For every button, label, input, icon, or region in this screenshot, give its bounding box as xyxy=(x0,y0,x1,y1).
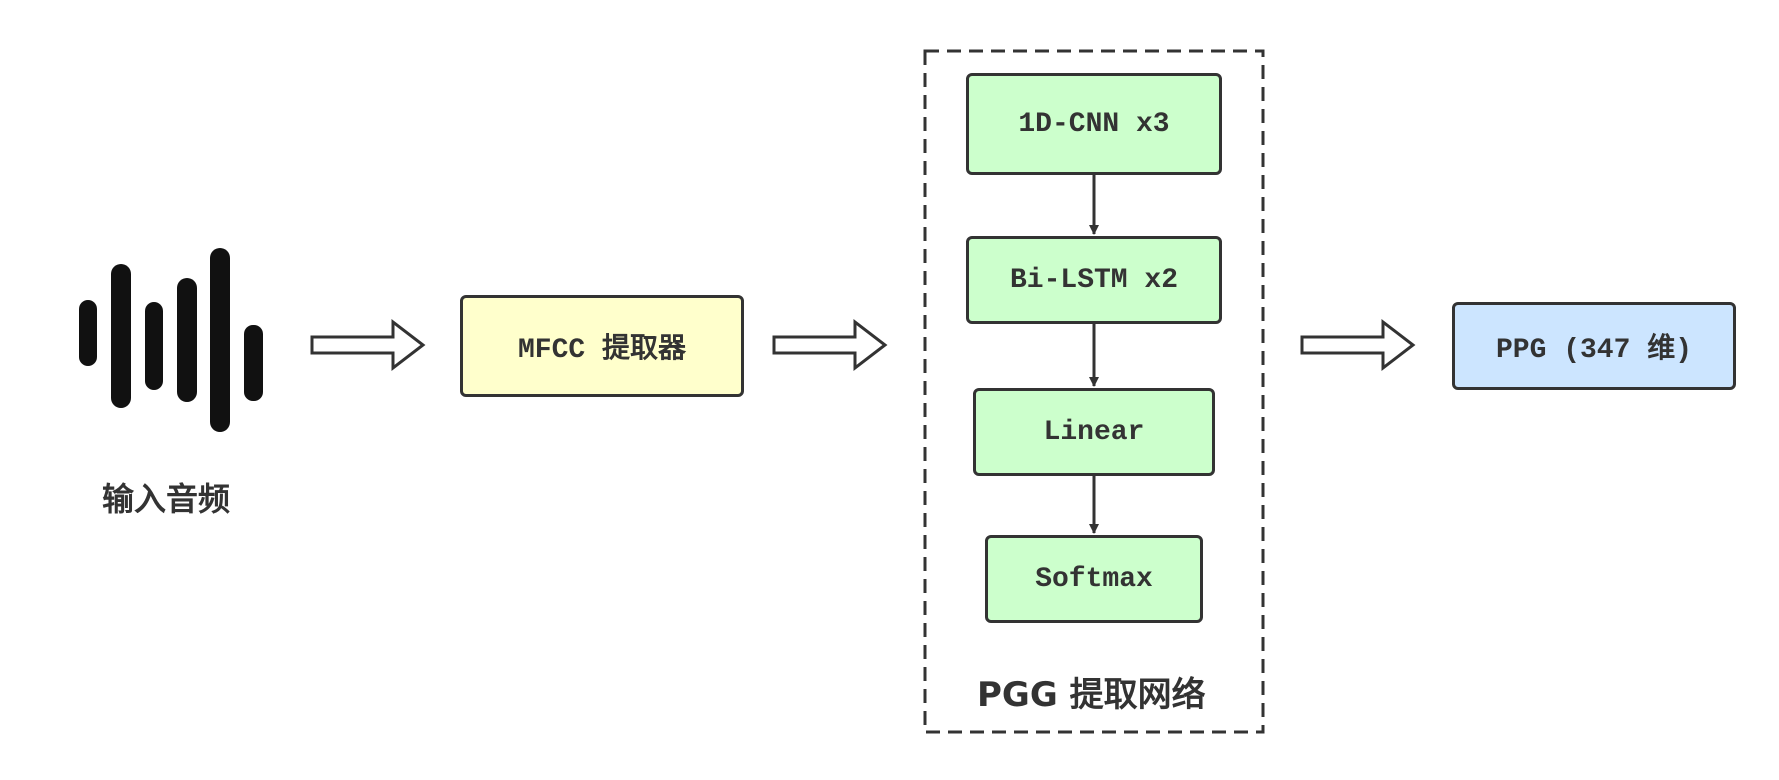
mfcc-extractor-box: MFCC 提取器 xyxy=(460,295,744,397)
layer-linear-box: Linear xyxy=(973,388,1215,476)
flow-arrow-input-to-mfcc xyxy=(310,318,426,372)
diagram-canvas xyxy=(79,49,1416,734)
flow-arrow-mfcc-to-network xyxy=(772,318,888,372)
network-title: PGG 提取网络 xyxy=(977,675,1206,715)
layer-1d-cnn-box: 1D-CNN x3 xyxy=(966,73,1222,175)
ppg-output-box: PPG (347 维) xyxy=(1452,302,1736,390)
flow-arrow-network-to-ppg xyxy=(1300,318,1416,372)
audio-waveform-icon xyxy=(79,248,263,432)
layer-bi-lstm-box: Bi-LSTM x2 xyxy=(966,236,1222,324)
layer-softmax-box: Softmax xyxy=(985,535,1203,623)
input-audio-label: 输入音频 xyxy=(102,480,231,518)
